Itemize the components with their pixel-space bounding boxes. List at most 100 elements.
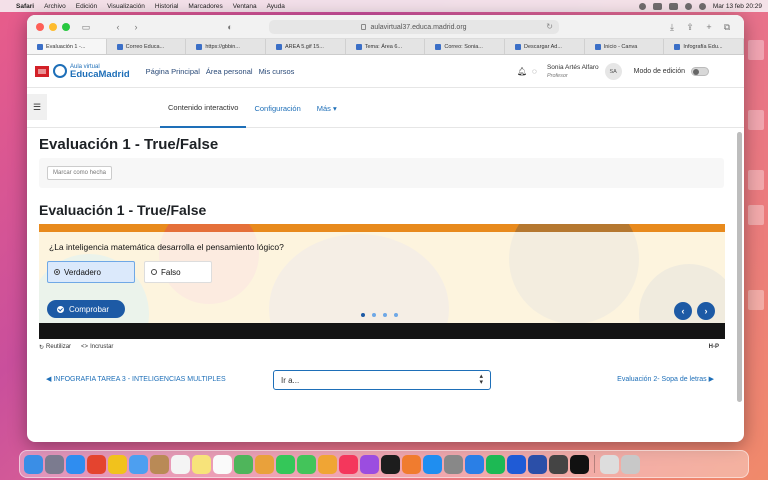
download-icon[interactable]: ⤓	[667, 22, 677, 32]
music-icon[interactable]	[339, 454, 358, 474]
tab-infografia[interactable]: Infografía Edu...	[664, 39, 744, 54]
slide-dot[interactable]	[383, 313, 387, 317]
avatar[interactable]: SA	[604, 63, 622, 80]
previous-activity-link[interactable]: ◀ INFOGRAFIA TAREA 3 - INTELIGENCIAS MUL…	[46, 375, 226, 383]
nav-home[interactable]: Página Principal	[146, 67, 200, 76]
desktop-file-icon[interactable]	[748, 110, 764, 130]
tab-gbbin[interactable]: https://gbbin...	[186, 39, 267, 54]
tab-descargar[interactable]: Descargar Ad...	[505, 39, 585, 54]
share-icon[interactable]: ⇪	[685, 22, 695, 32]
messages-icon[interactable]	[297, 454, 316, 474]
podcasts-icon[interactable]	[360, 454, 379, 474]
tab-evaluacion[interactable]: Evaluación 1 -...	[27, 39, 107, 54]
trash-icon[interactable]	[621, 454, 640, 474]
nav-dashboard[interactable]: Área personal	[206, 67, 253, 76]
quicktime-icon[interactable]	[570, 454, 589, 474]
clock[interactable]: Mar 13 feb 20:29	[713, 3, 762, 10]
tab-correo-sonia[interactable]: Correo: Sonia...	[425, 39, 506, 54]
option-true[interactable]: Verdadero	[47, 261, 135, 283]
menu-archivo[interactable]: Archivo	[44, 3, 66, 10]
option-false[interactable]: Falso	[144, 261, 212, 283]
menu-ventana[interactable]: Ventana	[233, 3, 257, 10]
h5p-logo[interactable]: H-P	[709, 344, 719, 350]
contacts-icon[interactable]	[150, 454, 169, 474]
desktop-file-icon[interactable]	[748, 205, 764, 225]
nav-my-courses[interactable]: Mis cursos	[259, 67, 295, 76]
scrollbar-thumb[interactable]	[737, 132, 742, 402]
maps-icon[interactable]	[234, 454, 253, 474]
page-scrollbar[interactable]	[737, 132, 742, 402]
notes-icon[interactable]	[192, 454, 211, 474]
reuse-button[interactable]: ↻ Reutilizar	[39, 344, 71, 351]
sidebar-icon[interactable]: ▭	[81, 22, 91, 32]
menu-visualizacion[interactable]: Visualización	[107, 3, 145, 10]
menu-edicion[interactable]: Edición	[76, 3, 97, 10]
search-icon[interactable]	[698, 2, 706, 10]
menu-safari[interactable]: Safari	[16, 3, 34, 10]
photos-icon[interactable]	[255, 454, 274, 474]
tab-canva[interactable]: Inicio - Canva	[585, 39, 665, 54]
desktop-file-icon[interactable]	[748, 40, 764, 60]
screenshot-icon[interactable]	[549, 454, 568, 474]
slide-dot[interactable]	[372, 313, 376, 317]
teams-icon[interactable]	[528, 454, 547, 474]
next-activity-link[interactable]: Evaluación 2- Sopa de letras ▶	[617, 375, 714, 383]
tab-correo[interactable]: Correo Educa...	[107, 39, 187, 54]
mark-as-done-button[interactable]: Marcar como hecha	[47, 166, 113, 180]
zoom-window-button[interactable]	[62, 22, 70, 31]
forward-icon[interactable]: ›	[131, 22, 141, 32]
apple-tv-icon[interactable]	[381, 454, 400, 474]
slide-dot[interactable]	[361, 313, 365, 317]
menu-ayuda[interactable]: Ayuda	[267, 3, 285, 10]
reminders-icon[interactable]	[213, 454, 232, 474]
close-window-button[interactable]	[36, 22, 44, 31]
privacy-icon[interactable]: ◐	[225, 22, 235, 32]
pages-icon[interactable]	[318, 454, 337, 474]
edit-mode-toggle[interactable]	[691, 67, 709, 76]
menu-marcadores[interactable]: Marcadores	[188, 3, 222, 10]
tab-area5[interactable]: AREA 5.gif 15...	[266, 39, 346, 54]
tab-tema[interactable]: Tema: Área 6...	[346, 39, 426, 54]
spotify-icon[interactable]	[486, 454, 505, 474]
jump-to-select[interactable]: Ir a... ▴ ▾	[273, 370, 491, 390]
next-slide-button[interactable]: ›	[697, 302, 715, 320]
system-settings-icon[interactable]	[444, 454, 463, 474]
wifi-icon[interactable]	[684, 2, 692, 10]
check-button[interactable]: Comprobar	[47, 300, 125, 318]
desktop-file-icon[interactable]	[748, 290, 764, 310]
address-bar[interactable]: aulavirtual37.educa.madrid.org ↻	[269, 20, 559, 34]
messages-chat-icon[interactable]: ◌	[532, 67, 541, 76]
reload-icon[interactable]: ↻	[546, 22, 553, 31]
battery-icon[interactable]	[668, 2, 678, 10]
app-store-icon[interactable]	[423, 454, 442, 474]
previous-slide-button[interactable]: ‹	[674, 302, 692, 320]
desktop-file-icon[interactable]	[748, 170, 764, 190]
new-tab-icon[interactable]: +	[704, 22, 714, 32]
back-icon[interactable]: ‹	[113, 22, 123, 32]
firefox-icon[interactable]	[87, 454, 106, 474]
launchpad-icon[interactable]	[45, 454, 64, 474]
finder-icon[interactable]	[24, 454, 43, 474]
downloads-folder-icon[interactable]	[600, 454, 619, 474]
tab-more[interactable]: Más ▾	[309, 88, 345, 128]
site-logo[interactable]: Aula virtual EducaMadrid	[35, 63, 130, 79]
slide-dot[interactable]	[394, 313, 398, 317]
minimize-window-button[interactable]	[49, 22, 57, 31]
control-icon[interactable]	[638, 2, 646, 10]
embed-button[interactable]: <> Incrustar	[81, 344, 113, 350]
mail-icon[interactable]	[129, 454, 148, 474]
tab-settings[interactable]: Configuración	[246, 88, 308, 128]
tab-interactive-content[interactable]: Contenido interactivo	[160, 88, 247, 128]
chrome-icon[interactable]	[108, 454, 127, 474]
keynote-icon[interactable]	[465, 454, 484, 474]
facetime-icon[interactable]	[276, 454, 295, 474]
user-info[interactable]: Sonia Artés Alfaro Profesor	[547, 64, 599, 80]
safari-icon[interactable]	[66, 454, 85, 474]
course-index-toggle[interactable]: ☰	[27, 94, 47, 120]
notifications-bell-icon[interactable]: 🔔︎	[517, 67, 527, 76]
word-icon[interactable]	[507, 454, 526, 474]
menu-historial[interactable]: Historial	[155, 3, 178, 10]
screen-icon[interactable]	[652, 2, 662, 10]
calendar-icon[interactable]	[171, 454, 190, 474]
tab-overview-icon[interactable]: ⧉	[722, 22, 732, 32]
